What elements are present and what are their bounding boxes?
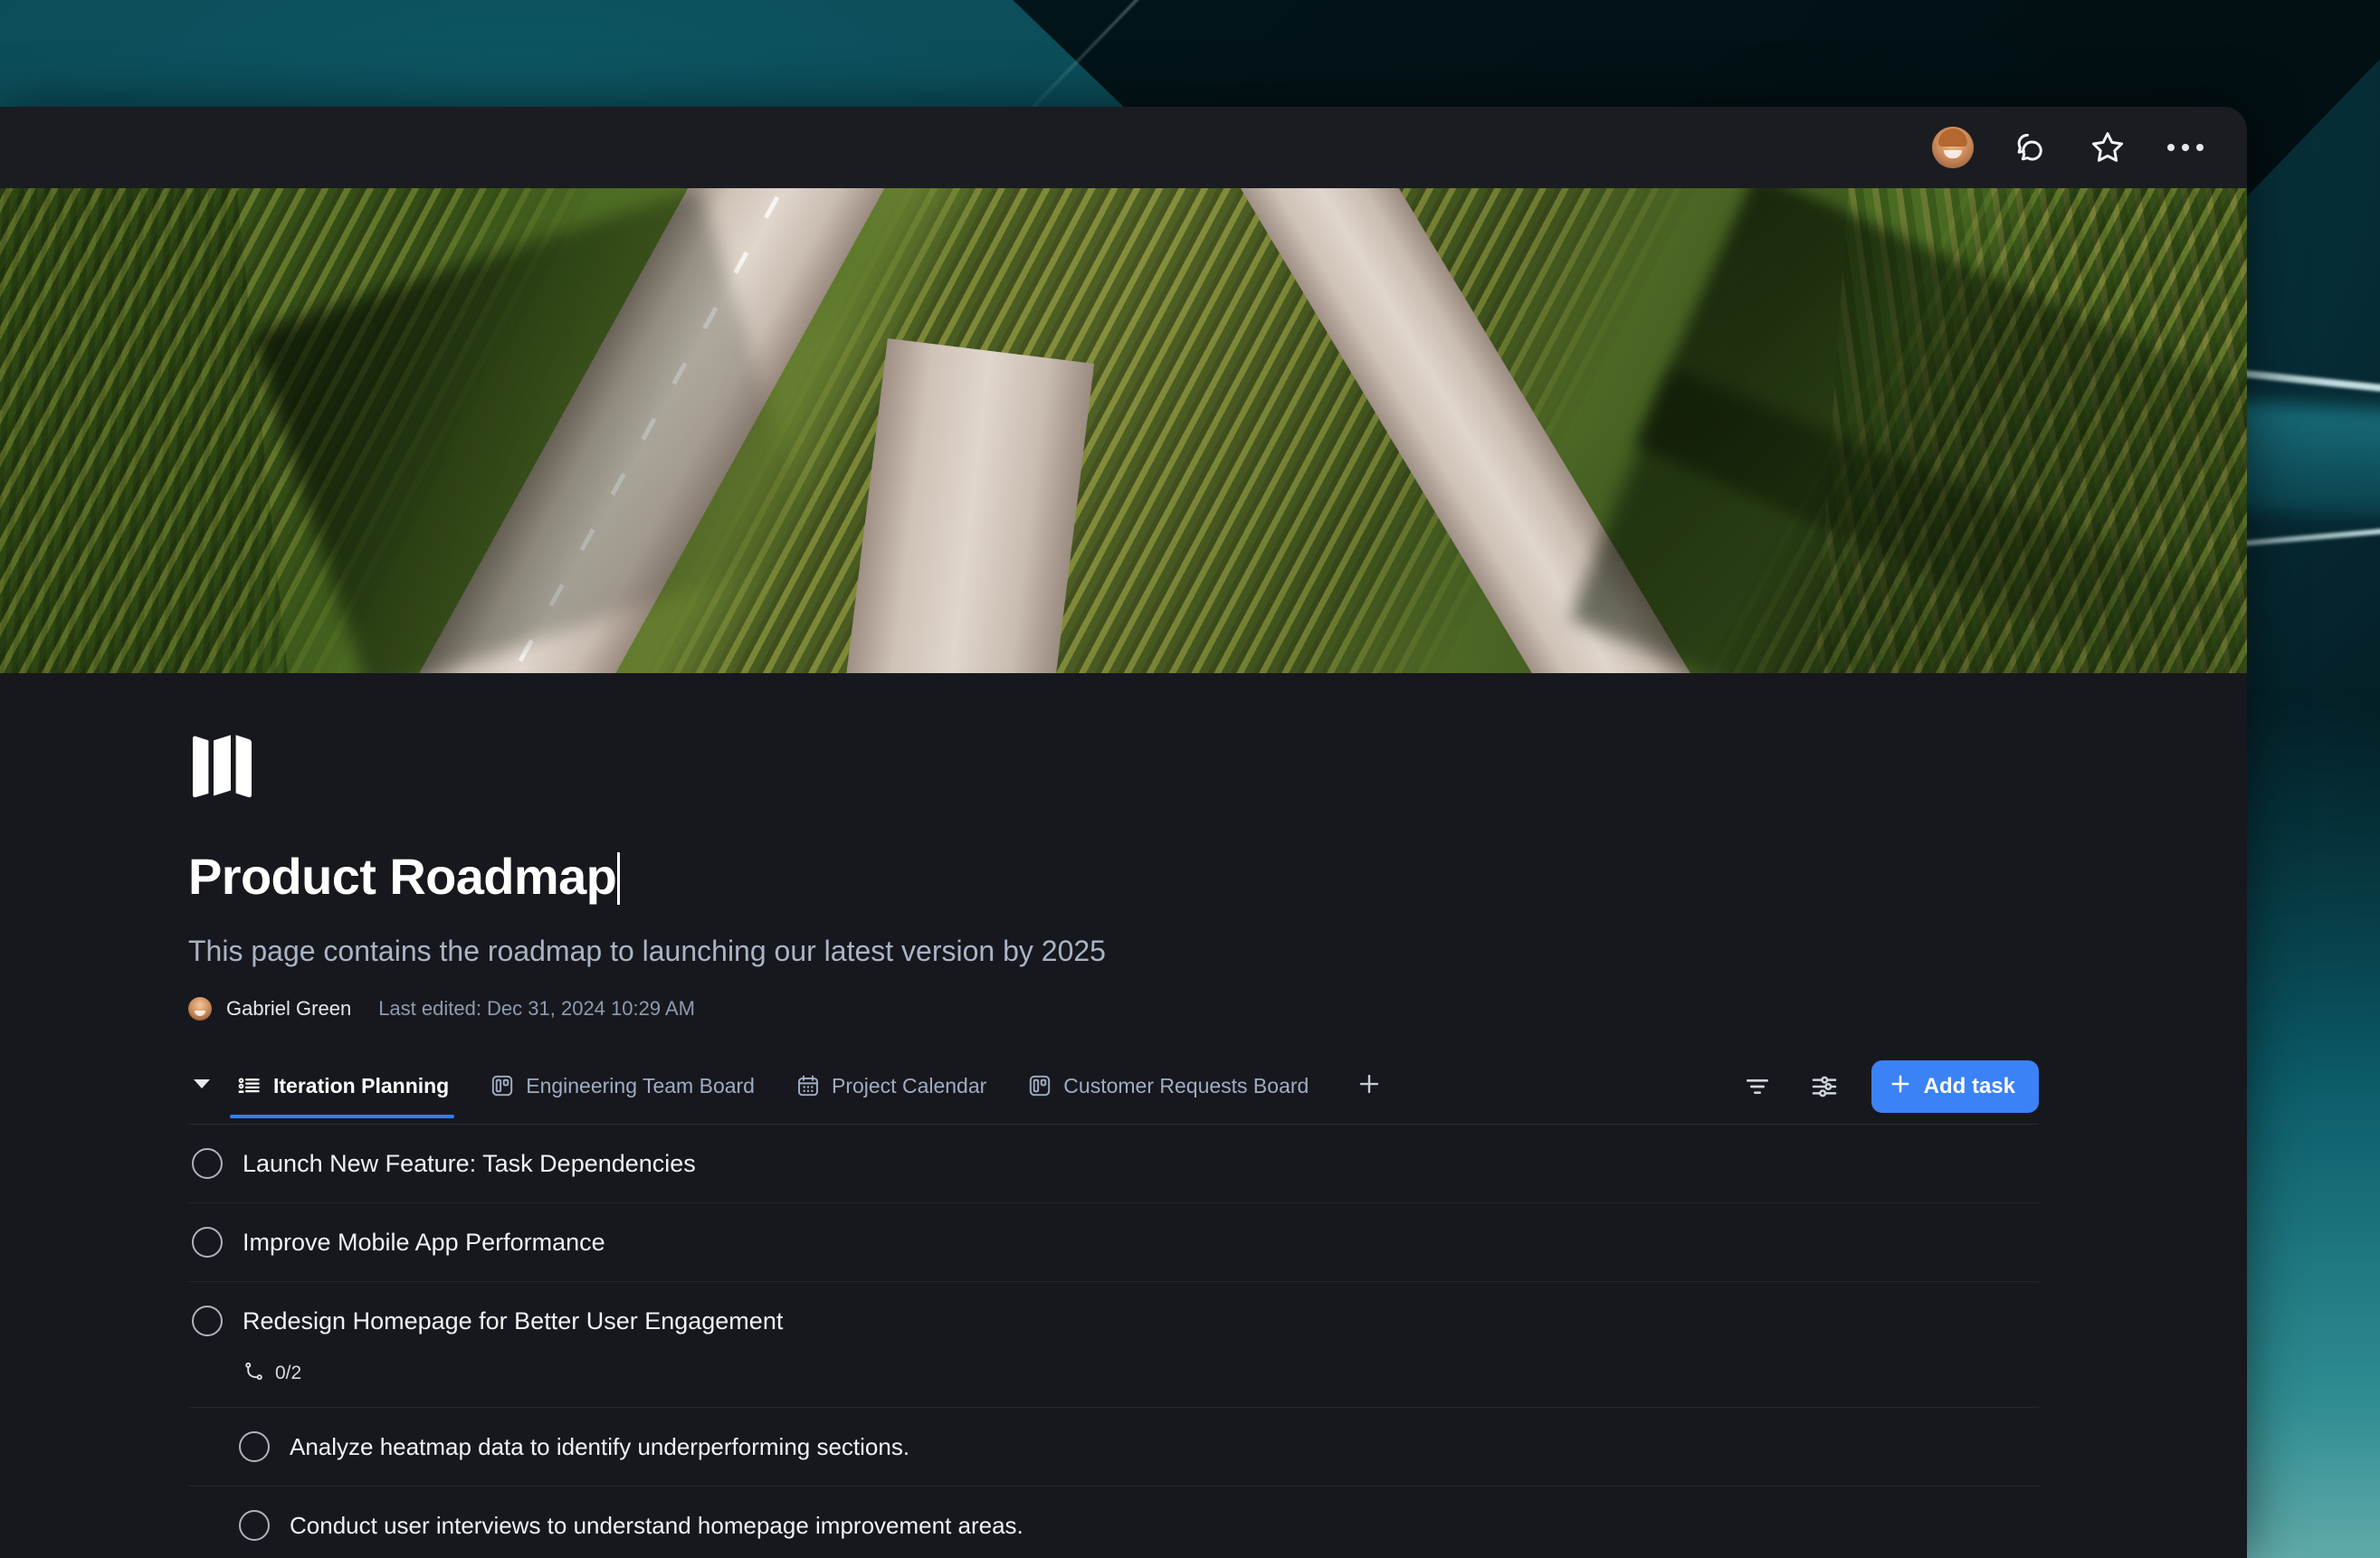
cover-image: [0, 188, 2247, 673]
sliders-icon[interactable]: [1804, 1067, 1844, 1107]
subtask-count: 0/2: [275, 1363, 302, 1383]
author-name: Gabriel Green: [226, 997, 352, 1020]
view-actions: Add task: [1737, 1060, 2039, 1113]
author-avatar[interactable]: [188, 997, 212, 1021]
task-checkbox[interactable]: [192, 1148, 223, 1179]
tab-label: Project Calendar: [831, 1073, 987, 1097]
tab-engineering-team-board[interactable]: Engineering Team Board: [489, 1069, 773, 1116]
task-list-icon: [237, 1074, 262, 1098]
task-list: Launch New Feature: Task Dependencies Im…: [188, 1125, 2039, 1558]
more-options-dots: [2167, 144, 2204, 151]
task-title: Launch New Feature: Task Dependencies: [243, 1149, 696, 1177]
view-tab-bar: Iteration Planning Engineering Team Boar…: [188, 1060, 2039, 1125]
tab-project-calendar[interactable]: Project Calendar: [795, 1069, 1004, 1116]
table-row[interactable]: Redesign Homepage for Better User Engage…: [188, 1282, 2039, 1360]
task-title: Redesign Homepage for Better User Engage…: [243, 1306, 784, 1335]
add-task-label: Add task: [1923, 1074, 2015, 1098]
table-row[interactable]: Launch New Feature: Task Dependencies: [188, 1125, 2039, 1203]
app-window: Product Roadmap This page contains the r…: [0, 107, 2247, 1558]
avatar[interactable]: [1932, 127, 1974, 168]
plus-icon: [1888, 1071, 1913, 1103]
task-checkbox[interactable]: [192, 1306, 223, 1336]
subtask-branch-icon: [243, 1360, 265, 1387]
tab-label: Customer Requests Board: [1063, 1073, 1309, 1097]
more-options-icon[interactable]: [2164, 126, 2207, 169]
text-cursor: [617, 852, 621, 905]
last-edited-text: Last edited: Dec 31, 2024 10:29 AM: [378, 997, 695, 1020]
chevron-down-icon[interactable]: [188, 1070, 215, 1097]
folded-map-icon[interactable]: [188, 733, 257, 800]
tab-iteration-planning[interactable]: Iteration Planning: [229, 1069, 467, 1118]
tab-label: Engineering Team Board: [526, 1073, 755, 1097]
table-row[interactable]: Analyze heatmap data to identify underpe…: [188, 1408, 2039, 1487]
page-title-text: Product Roadmap: [188, 848, 617, 905]
tab-customer-requests-board[interactable]: Customer Requests Board: [1026, 1069, 1327, 1116]
task-checkbox[interactable]: [239, 1431, 270, 1462]
table-row[interactable]: Conduct user interviews to understand ho…: [188, 1487, 2039, 1558]
page-title[interactable]: Product Roadmap: [188, 847, 621, 906]
task-title: Analyze heatmap data to identify underpe…: [290, 1432, 910, 1460]
page-subtitle[interactable]: This page contains the roadmap to launch…: [188, 935, 2247, 968]
calendar-icon: [796, 1074, 820, 1097]
filter-icon[interactable]: [1737, 1067, 1777, 1107]
window-titlebar: [0, 107, 2247, 188]
tab-label: Iteration Planning: [273, 1073, 450, 1097]
task-checkbox[interactable]: [239, 1510, 270, 1541]
page-meta-row: Gabriel Green Last edited: Dec 31, 2024 …: [188, 997, 2247, 1021]
add-task-button[interactable]: Add task: [1871, 1060, 2039, 1113]
star-icon[interactable]: [2086, 126, 2129, 169]
task-checkbox[interactable]: [192, 1227, 223, 1258]
comments-icon[interactable]: [2008, 126, 2052, 169]
page-body: Product Roadmap This page contains the r…: [0, 673, 2247, 1558]
board-icon: [1028, 1074, 1052, 1097]
task-title: Conduct user interviews to understand ho…: [290, 1511, 1023, 1539]
table-row[interactable]: Improve Mobile App Performance: [188, 1203, 2039, 1282]
subtask-count-row: 0/2: [188, 1360, 2039, 1408]
plus-icon[interactable]: [1354, 1069, 1385, 1099]
task-title: Improve Mobile App Performance: [243, 1228, 605, 1256]
board-icon: [490, 1074, 514, 1097]
